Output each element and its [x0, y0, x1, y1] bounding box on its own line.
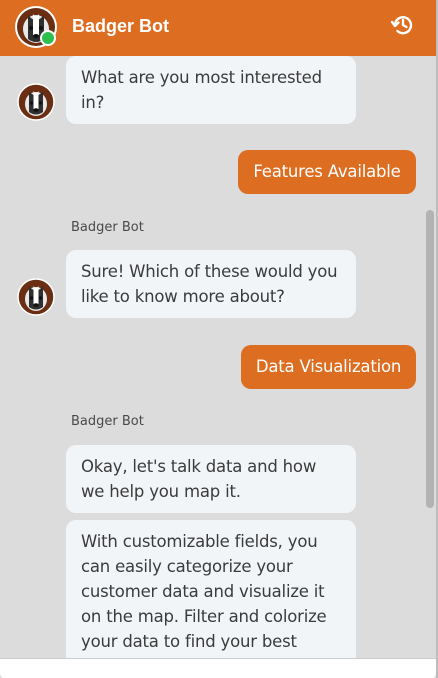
scrollbar[interactable] — [426, 210, 434, 508]
user-message-bubble: Data Visualization — [241, 345, 416, 389]
bot-message-bubble: What are you most interested in? — [66, 56, 356, 124]
history-clock-icon[interactable] — [388, 10, 418, 40]
chat-header: Badger Bot — [0, 0, 436, 56]
sender-name: Badger Bot — [71, 220, 144, 235]
bot-message-bubble: Okay, let's talk data and how we help yo… — [66, 445, 356, 513]
badger-avatar — [17, 83, 55, 126]
user-message-bubble: Features Available — [238, 150, 416, 194]
chat-widget: Badger Bot What are you most interested … — [0, 0, 438, 678]
bot-message-bubble: With customizable fields, you can easily… — [66, 520, 356, 658]
badger-avatar — [14, 5, 58, 54]
badger-avatar — [17, 278, 55, 321]
bot-message-bubble: Sure! Which of these would you like to k… — [66, 250, 356, 318]
chat-footer — [0, 658, 436, 678]
sender-name: Badger Bot — [71, 414, 144, 429]
chat-title: Badger Bot — [72, 16, 170, 36]
chat-transcript[interactable]: What are you most interested in? Feature… — [0, 56, 436, 658]
online-status-dot — [40, 30, 56, 46]
